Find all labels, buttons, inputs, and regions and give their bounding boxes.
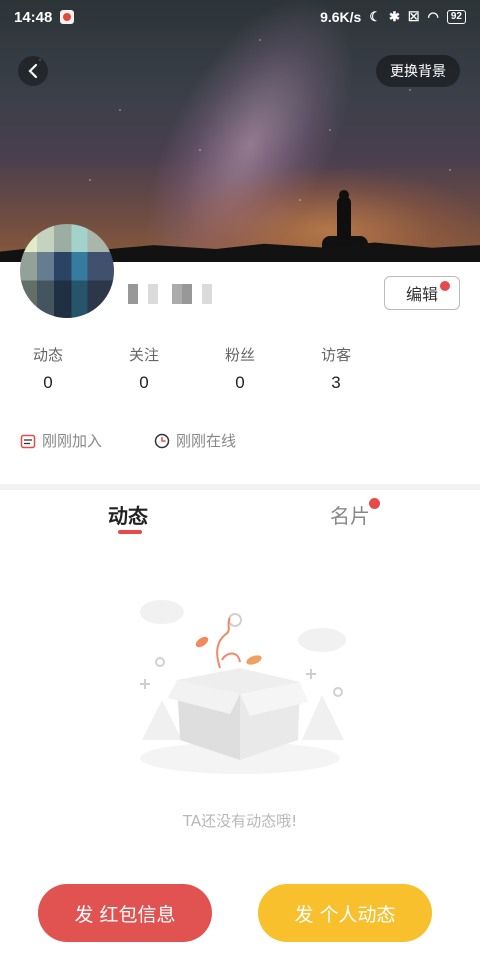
tab-card[interactable]: 名片	[330, 498, 380, 529]
post-red-packet-button[interactable]: 发 红包信息	[38, 884, 212, 942]
stat-fans[interactable]: 粉丝 0	[210, 344, 270, 393]
calendar-icon	[20, 434, 36, 448]
app-notification-icon	[60, 10, 75, 24]
tab-indicator	[118, 530, 142, 534]
network-speed: 9.6K/s	[320, 9, 362, 25]
online-text: 刚刚在线	[176, 432, 237, 450]
change-background-button[interactable]: 更换背景	[376, 55, 460, 87]
status-time: 14:48	[14, 8, 53, 26]
stat-label: 动态	[32, 346, 63, 364]
tab-posts[interactable]: 动态	[108, 500, 148, 529]
tab-card-label: 名片	[330, 504, 370, 528]
empty-box-illustration	[140, 600, 346, 774]
stat-following[interactable]: 关注 0	[114, 344, 174, 393]
edit-label: 编辑	[405, 285, 438, 304]
cover-background	[0, 0, 480, 262]
avatar[interactable]	[20, 224, 114, 318]
stat-value: 0	[235, 373, 245, 392]
back-button[interactable]	[18, 56, 48, 86]
section-divider	[0, 484, 480, 490]
joined-text: 刚刚加入	[42, 432, 103, 450]
stat-value: 0	[43, 373, 53, 392]
stat-posts[interactable]: 动态 0	[18, 344, 78, 393]
sim-icon: ☒	[407, 9, 420, 24]
stat-value: 0	[139, 373, 149, 392]
wifi-icon: ◠	[427, 9, 439, 24]
chevron-left-icon	[28, 63, 38, 79]
clock-icon	[154, 433, 170, 448]
stat-value: 3	[331, 373, 341, 392]
joined-info: 刚刚加入	[20, 430, 102, 451]
online-info: 刚刚在线	[154, 430, 236, 451]
stat-label: 访客	[320, 346, 351, 364]
moon-icon: ☾	[369, 9, 381, 24]
edit-button[interactable]: 编辑	[384, 276, 460, 310]
notification-dot	[440, 281, 450, 291]
battery-icon: 92	[446, 10, 466, 24]
status-bar: 14:48 9.6K/s ☾ ✱ ☒ ◠ 92	[0, 0, 480, 34]
post-personal-update-button[interactable]: 发 个人动态	[258, 884, 432, 942]
nickname-blurred	[128, 284, 216, 304]
notification-dot	[369, 498, 380, 509]
stat-visitors[interactable]: 访客 3	[306, 344, 366, 393]
stat-label: 关注	[128, 346, 159, 364]
bluetooth-icon: ✱	[388, 9, 400, 24]
stats-row: 动态 0 关注 0 粉丝 0 访客 3	[0, 344, 480, 404]
stat-label: 粉丝	[224, 346, 255, 364]
empty-message: TA还没有动态哦!	[182, 812, 298, 830]
